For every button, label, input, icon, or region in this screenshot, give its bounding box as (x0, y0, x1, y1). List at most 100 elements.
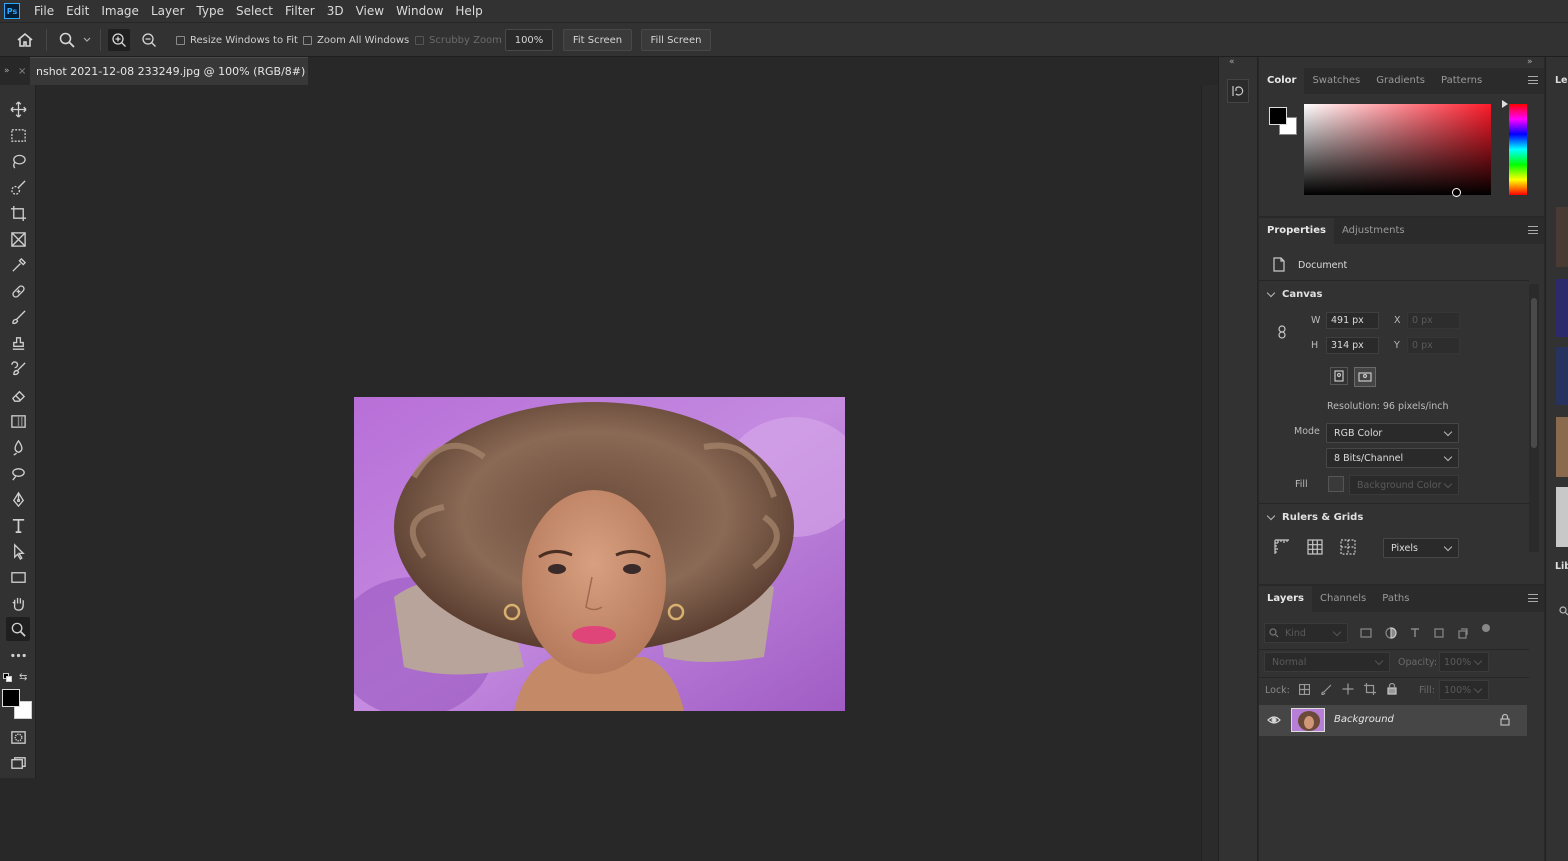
zoom-out-icon[interactable] (138, 29, 160, 51)
menu-select[interactable]: Select (230, 0, 279, 22)
screen-mode-icon[interactable] (6, 751, 30, 775)
close-toolbar-icon[interactable]: × (18, 66, 26, 77)
properties-scrollbar[interactable] (1529, 284, 1539, 552)
rulers-grids-section-header[interactable]: Rulers & Grids (1265, 511, 1363, 523)
portrait-orientation-icon[interactable] (1330, 367, 1348, 385)
properties-scrollbar-thumb[interactable] (1531, 298, 1537, 448)
tab-gradients[interactable]: Gradients (1368, 68, 1433, 94)
tab-paths[interactable]: Paths (1374, 586, 1417, 612)
lock-all-icon[interactable] (1385, 682, 1399, 696)
libraries-panel-tab[interactable]: Lib (1555, 561, 1568, 572)
learn-thumbnail-3[interactable] (1556, 347, 1568, 405)
path-selection-tool-icon[interactable] (6, 539, 30, 563)
fill-dropdown[interactable]: Background Color (1349, 475, 1459, 495)
lock-image-icon[interactable] (1319, 682, 1333, 696)
eye-visibility-icon[interactable] (1266, 713, 1282, 727)
lasso-tool-icon[interactable] (6, 149, 30, 173)
dodge-tool-icon[interactable] (6, 461, 30, 485)
zoom-tool-icon[interactable] (6, 617, 30, 641)
eyedropper-tool-icon[interactable] (6, 253, 30, 277)
home-icon[interactable] (14, 30, 36, 50)
color-picker-cursor[interactable] (1452, 188, 1461, 197)
tab-patterns[interactable]: Patterns (1433, 68, 1490, 94)
menu-file[interactable]: File (28, 0, 60, 22)
filter-type-icon[interactable] (1408, 626, 1422, 640)
layer-thumbnail[interactable] (1291, 708, 1325, 732)
ruler-icon[interactable] (1273, 538, 1291, 556)
chevron-down-icon[interactable] (82, 35, 92, 45)
canvas-x-field[interactable]: 0 px (1407, 312, 1460, 329)
tab-channels[interactable]: Channels (1312, 586, 1374, 612)
libraries-search-icon[interactable] (1558, 605, 1568, 617)
hand-tool-icon[interactable] (6, 591, 30, 615)
color-field[interactable] (1304, 104, 1491, 197)
properties-menu-icon[interactable] (1528, 226, 1538, 234)
hue-slider-handle[interactable] (1502, 100, 1508, 108)
tab-adjustments[interactable]: Adjustments (1334, 218, 1413, 244)
lock-artboard-icon[interactable] (1363, 682, 1377, 696)
grid-icon[interactable] (1306, 538, 1324, 556)
learn-thumbnail-2[interactable] (1556, 279, 1568, 337)
canvas-height-field[interactable]: 314 px (1326, 337, 1379, 354)
menu-3d[interactable]: 3D (321, 0, 350, 22)
photoshop-logo-icon[interactable]: Ps (4, 3, 20, 19)
menu-filter[interactable]: Filter (279, 0, 321, 22)
move-tool-icon[interactable] (6, 97, 30, 121)
fit-screen-button[interactable]: Fit Screen (563, 29, 632, 51)
gradient-tool-icon[interactable] (6, 409, 30, 433)
collapse-toolbar-icon[interactable]: » (4, 66, 10, 76)
color-mode-dropdown[interactable]: RGB Color (1326, 423, 1459, 443)
frame-tool-icon[interactable] (6, 227, 30, 251)
learn-thumbnail-1[interactable] (1556, 207, 1568, 267)
swap-colors-icon[interactable]: ⇆ (19, 672, 27, 683)
blur-tool-icon[interactable] (6, 435, 30, 459)
type-tool-icon[interactable] (6, 513, 30, 537)
menu-layer[interactable]: Layer (145, 0, 190, 22)
canvas-y-field[interactable]: 0 px (1407, 337, 1460, 354)
opacity-field[interactable]: 100% (1439, 652, 1489, 672)
tab-layers[interactable]: Layers (1259, 586, 1312, 612)
learn-thumbnail-5[interactable] (1556, 487, 1568, 547)
quick-selection-tool-icon[interactable] (6, 175, 30, 199)
ruler-units-dropdown[interactable]: Pixels (1383, 538, 1459, 558)
filter-shape-icon[interactable] (1432, 626, 1446, 640)
clone-stamp-tool-icon[interactable] (6, 331, 30, 355)
menu-window[interactable]: Window (390, 0, 449, 22)
default-colors-icon[interactable] (3, 673, 12, 682)
filter-toggle-icon[interactable] (1482, 624, 1490, 632)
resize-windows-checkbox[interactable]: Resize Windows to Fit (176, 35, 298, 46)
color-panel-foreground-swatch[interactable] (1269, 107, 1287, 125)
rectangle-tool-icon[interactable] (6, 565, 30, 589)
history-brush-tool-icon[interactable] (6, 357, 30, 381)
brush-tool-icon[interactable] (6, 305, 30, 329)
canvas-section-header[interactable]: Canvas (1265, 288, 1322, 300)
guides-icon[interactable] (1339, 538, 1357, 556)
bit-depth-dropdown[interactable]: 8 Bits/Channel (1326, 448, 1459, 468)
learn-thumbnail-4[interactable] (1556, 417, 1568, 477)
menu-view[interactable]: View (350, 0, 390, 22)
zoom-all-windows-checkbox[interactable]: Zoom All Windows (303, 35, 409, 46)
zoom-tool-preset-icon[interactable] (56, 30, 78, 50)
fill-color-swatch[interactable] (1328, 476, 1344, 492)
layer-name[interactable]: Background (1334, 714, 1394, 725)
learn-panel-tab[interactable]: Lea (1555, 75, 1568, 86)
canvas-scrollbar[interactable] (1201, 85, 1218, 861)
pen-tool-icon[interactable] (6, 487, 30, 511)
zoom-level-field[interactable]: 100% (505, 29, 553, 51)
fill-screen-button[interactable]: Fill Screen (641, 29, 711, 51)
lock-transparent-icon[interactable] (1297, 682, 1311, 696)
canvas-width-field[interactable]: 491 px (1326, 312, 1379, 329)
lock-position-icon[interactable] (1341, 682, 1355, 696)
marquee-tool-icon[interactable] (6, 123, 30, 147)
menu-type[interactable]: Type (190, 0, 230, 22)
menu-image[interactable]: Image (95, 0, 145, 22)
eraser-tool-icon[interactable] (6, 383, 30, 407)
layers-menu-icon[interactable] (1528, 594, 1538, 602)
more-tools-icon[interactable] (6, 643, 30, 667)
blend-mode-dropdown[interactable]: Normal (1264, 652, 1390, 672)
tab-properties[interactable]: Properties (1259, 218, 1334, 244)
tab-color[interactable]: Color (1259, 68, 1305, 94)
filter-adjustment-icon[interactable] (1384, 626, 1398, 640)
tab-swatches[interactable]: Swatches (1304, 68, 1368, 94)
expand-panels-icon[interactable]: » (1527, 57, 1533, 67)
